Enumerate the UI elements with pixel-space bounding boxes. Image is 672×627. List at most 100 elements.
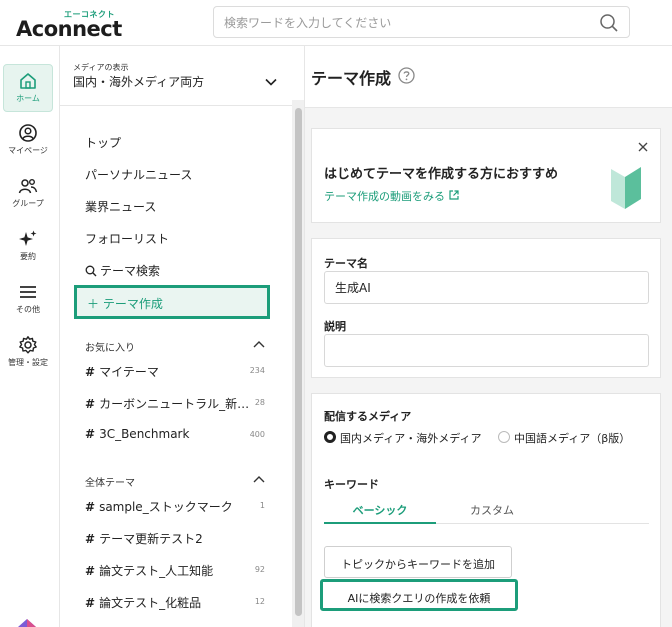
sparkle-icon — [19, 230, 37, 246]
close-icon[interactable] — [637, 141, 649, 153]
nav-link-personal-news[interactable]: パーソナルニュース — [85, 166, 192, 183]
favorites-header[interactable]: お気に入り — [85, 339, 265, 354]
all-theme-row[interactable]: # 論文テスト_化粧品 12 — [85, 594, 265, 612]
aconnect-logo[interactable]: エーコネクト Aconnect — [16, 9, 126, 41]
nav-link-top[interactable]: トップ — [85, 134, 121, 151]
all-theme-row[interactable]: # 論文テスト_人工知能 92 — [85, 562, 265, 580]
hash-icon: # — [85, 427, 96, 441]
rail-label: グループ — [12, 199, 44, 208]
theme-name: テーマ更新テスト2 — [99, 532, 203, 546]
nav-link-create-theme[interactable]: ＋ テーマ作成 — [74, 285, 270, 319]
nav-link-theme-search[interactable]: テーマ検索 — [85, 262, 160, 279]
theme-count: 234 — [249, 366, 265, 375]
ai-query-request-button[interactable]: AIに検索クエリの作成を依頼 — [320, 579, 518, 611]
radio-domestic-overseas[interactable] — [324, 431, 336, 443]
theme-info-card: テーマ名 説明 — [311, 238, 661, 378]
promo-video-link[interactable]: テーマ作成の動画をみる — [324, 188, 459, 204]
media-display-select[interactable]: 国内・海外メディア両方 — [73, 73, 278, 93]
hash-icon: # — [85, 564, 96, 578]
rail-item-summary[interactable]: 要約 — [3, 223, 53, 271]
chevron-up-icon[interactable] — [253, 339, 265, 349]
radio-label: 国内メディア・海外メディア — [340, 432, 482, 445]
radio-label: 中国語メディア（β版） — [514, 432, 631, 445]
hash-icon: # — [85, 500, 96, 514]
description-input[interactable] — [324, 334, 649, 367]
nav-scrollbar-thumb[interactable] — [295, 108, 302, 616]
search-box[interactable] — [213, 6, 630, 38]
rail-label: マイページ — [8, 146, 48, 155]
theme-name-label: テーマ名 — [324, 257, 368, 270]
search-icon — [85, 265, 97, 277]
media-label: 配信するメディア — [324, 410, 412, 423]
promo-card: はじめてテーマを作成する方におすすめ テーマ作成の動画をみる — [311, 128, 661, 223]
keyword-tabs: ベーシック カスタム — [324, 496, 649, 524]
hash-icon: # — [85, 397, 96, 411]
book-illustration-icon — [611, 167, 641, 209]
favorite-theme-row[interactable]: # カーボンニュートラル_新… 28 — [85, 395, 265, 413]
home-icon — [20, 73, 36, 89]
rail-item-other[interactable]: その他 — [3, 276, 53, 324]
hash-icon: # — [85, 596, 96, 610]
logo-word: Aconnect — [16, 17, 122, 41]
theme-name: 3C_Benchmark — [99, 427, 190, 441]
nav-link-follow-list[interactable]: フォローリスト — [85, 230, 169, 247]
nav-link-industry-news[interactable]: 業界ニュース — [85, 198, 156, 215]
theme-name-input[interactable] — [324, 271, 649, 304]
add-keyword-from-topic-button[interactable]: トピックからキーワードを追加 — [324, 546, 512, 578]
theme-count: 28 — [254, 398, 265, 407]
media-radio-group: 国内メディア・海外メディア 中国語メディア（β版） — [324, 430, 654, 446]
page-title-bar: テーマ作成 — [305, 46, 672, 108]
search-icon[interactable] — [599, 13, 619, 33]
divider — [60, 105, 292, 106]
gear-icon — [19, 336, 37, 354]
rail-label: その他 — [16, 305, 40, 314]
external-link-icon — [448, 190, 459, 200]
favorite-theme-row[interactable]: #3C_Benchmark 400 — [85, 427, 265, 445]
rail-item-home[interactable]: ホーム — [3, 64, 53, 112]
theme-name: 論文テスト_人工知能 — [99, 564, 214, 578]
promo-title: はじめてテーマを作成する方におすすめ — [324, 167, 559, 182]
group-icon — [18, 179, 38, 194]
rail-item-settings[interactable]: 管理・設定 — [3, 329, 53, 377]
page-title: テーマ作成 — [311, 69, 392, 88]
tab-custom[interactable]: カスタム — [436, 496, 548, 524]
all-themes-header[interactable]: 全体テーマ — [85, 474, 265, 489]
rail-label: 管理・設定 — [8, 358, 48, 367]
media-display-value: 国内・海外メディア両方 — [73, 75, 205, 89]
theme-search-label: テーマ検索 — [100, 264, 161, 278]
all-themes-title: 全体テーマ — [85, 478, 135, 489]
theme-count: 92 — [254, 565, 265, 574]
media-keyword-card: 配信するメディア 国内メディア・海外メディア 中国語メディア（β版） キーワード… — [311, 393, 661, 627]
theme-name: カーボンニュートラル_新… — [99, 397, 250, 411]
icon-rail: ホーム マイページ グループ 要約 その他 管理・設定 — [0, 46, 60, 627]
search-input[interactable] — [224, 13, 594, 33]
hash-icon: # — [85, 532, 96, 546]
theme-name: sample_ストックマーク — [99, 500, 233, 514]
theme-name: 論文テスト_化粧品 — [99, 596, 202, 610]
top-header: エーコネクト Aconnect — [0, 0, 672, 46]
promo-link-label: テーマ作成の動画をみる — [324, 190, 445, 203]
theme-name: マイテーマ — [99, 365, 159, 379]
user-icon — [19, 124, 37, 142]
main-content: テーマ作成 はじめてテーマを作成する方におすすめ テーマ作成の動画をみる テーマ… — [304, 46, 672, 627]
media-display-caption: メディアの表示 — [73, 63, 129, 72]
description-label: 説明 — [324, 320, 346, 333]
rail-label: ホーム — [16, 94, 40, 103]
keyword-label: キーワード — [324, 478, 379, 491]
help-icon[interactable] — [398, 67, 415, 84]
menu-icon — [20, 286, 36, 298]
rail-item-group[interactable]: グループ — [3, 170, 53, 218]
all-theme-row[interactable]: # sample_ストックマーク 1 — [85, 498, 265, 516]
favorites-title: お気に入り — [85, 343, 135, 354]
rail-item-mypage[interactable]: マイページ — [3, 117, 53, 165]
rail-label: 要約 — [20, 252, 36, 261]
radio-chinese-media[interactable] — [498, 431, 510, 443]
chevron-up-icon[interactable] — [253, 474, 265, 484]
theme-count: 1 — [259, 501, 265, 510]
theme-count: 400 — [249, 430, 265, 439]
nav-panel: メディアの表示 国内・海外メディア両方 トップ パーソナルニュース 業界ニュース… — [60, 46, 292, 627]
favorite-theme-row[interactable]: # マイテーマ 234 — [85, 363, 265, 381]
tab-basic[interactable]: ベーシック — [324, 496, 436, 524]
hash-icon: # — [85, 365, 96, 379]
all-theme-row[interactable]: # テーマ更新テスト2 — [85, 530, 265, 548]
